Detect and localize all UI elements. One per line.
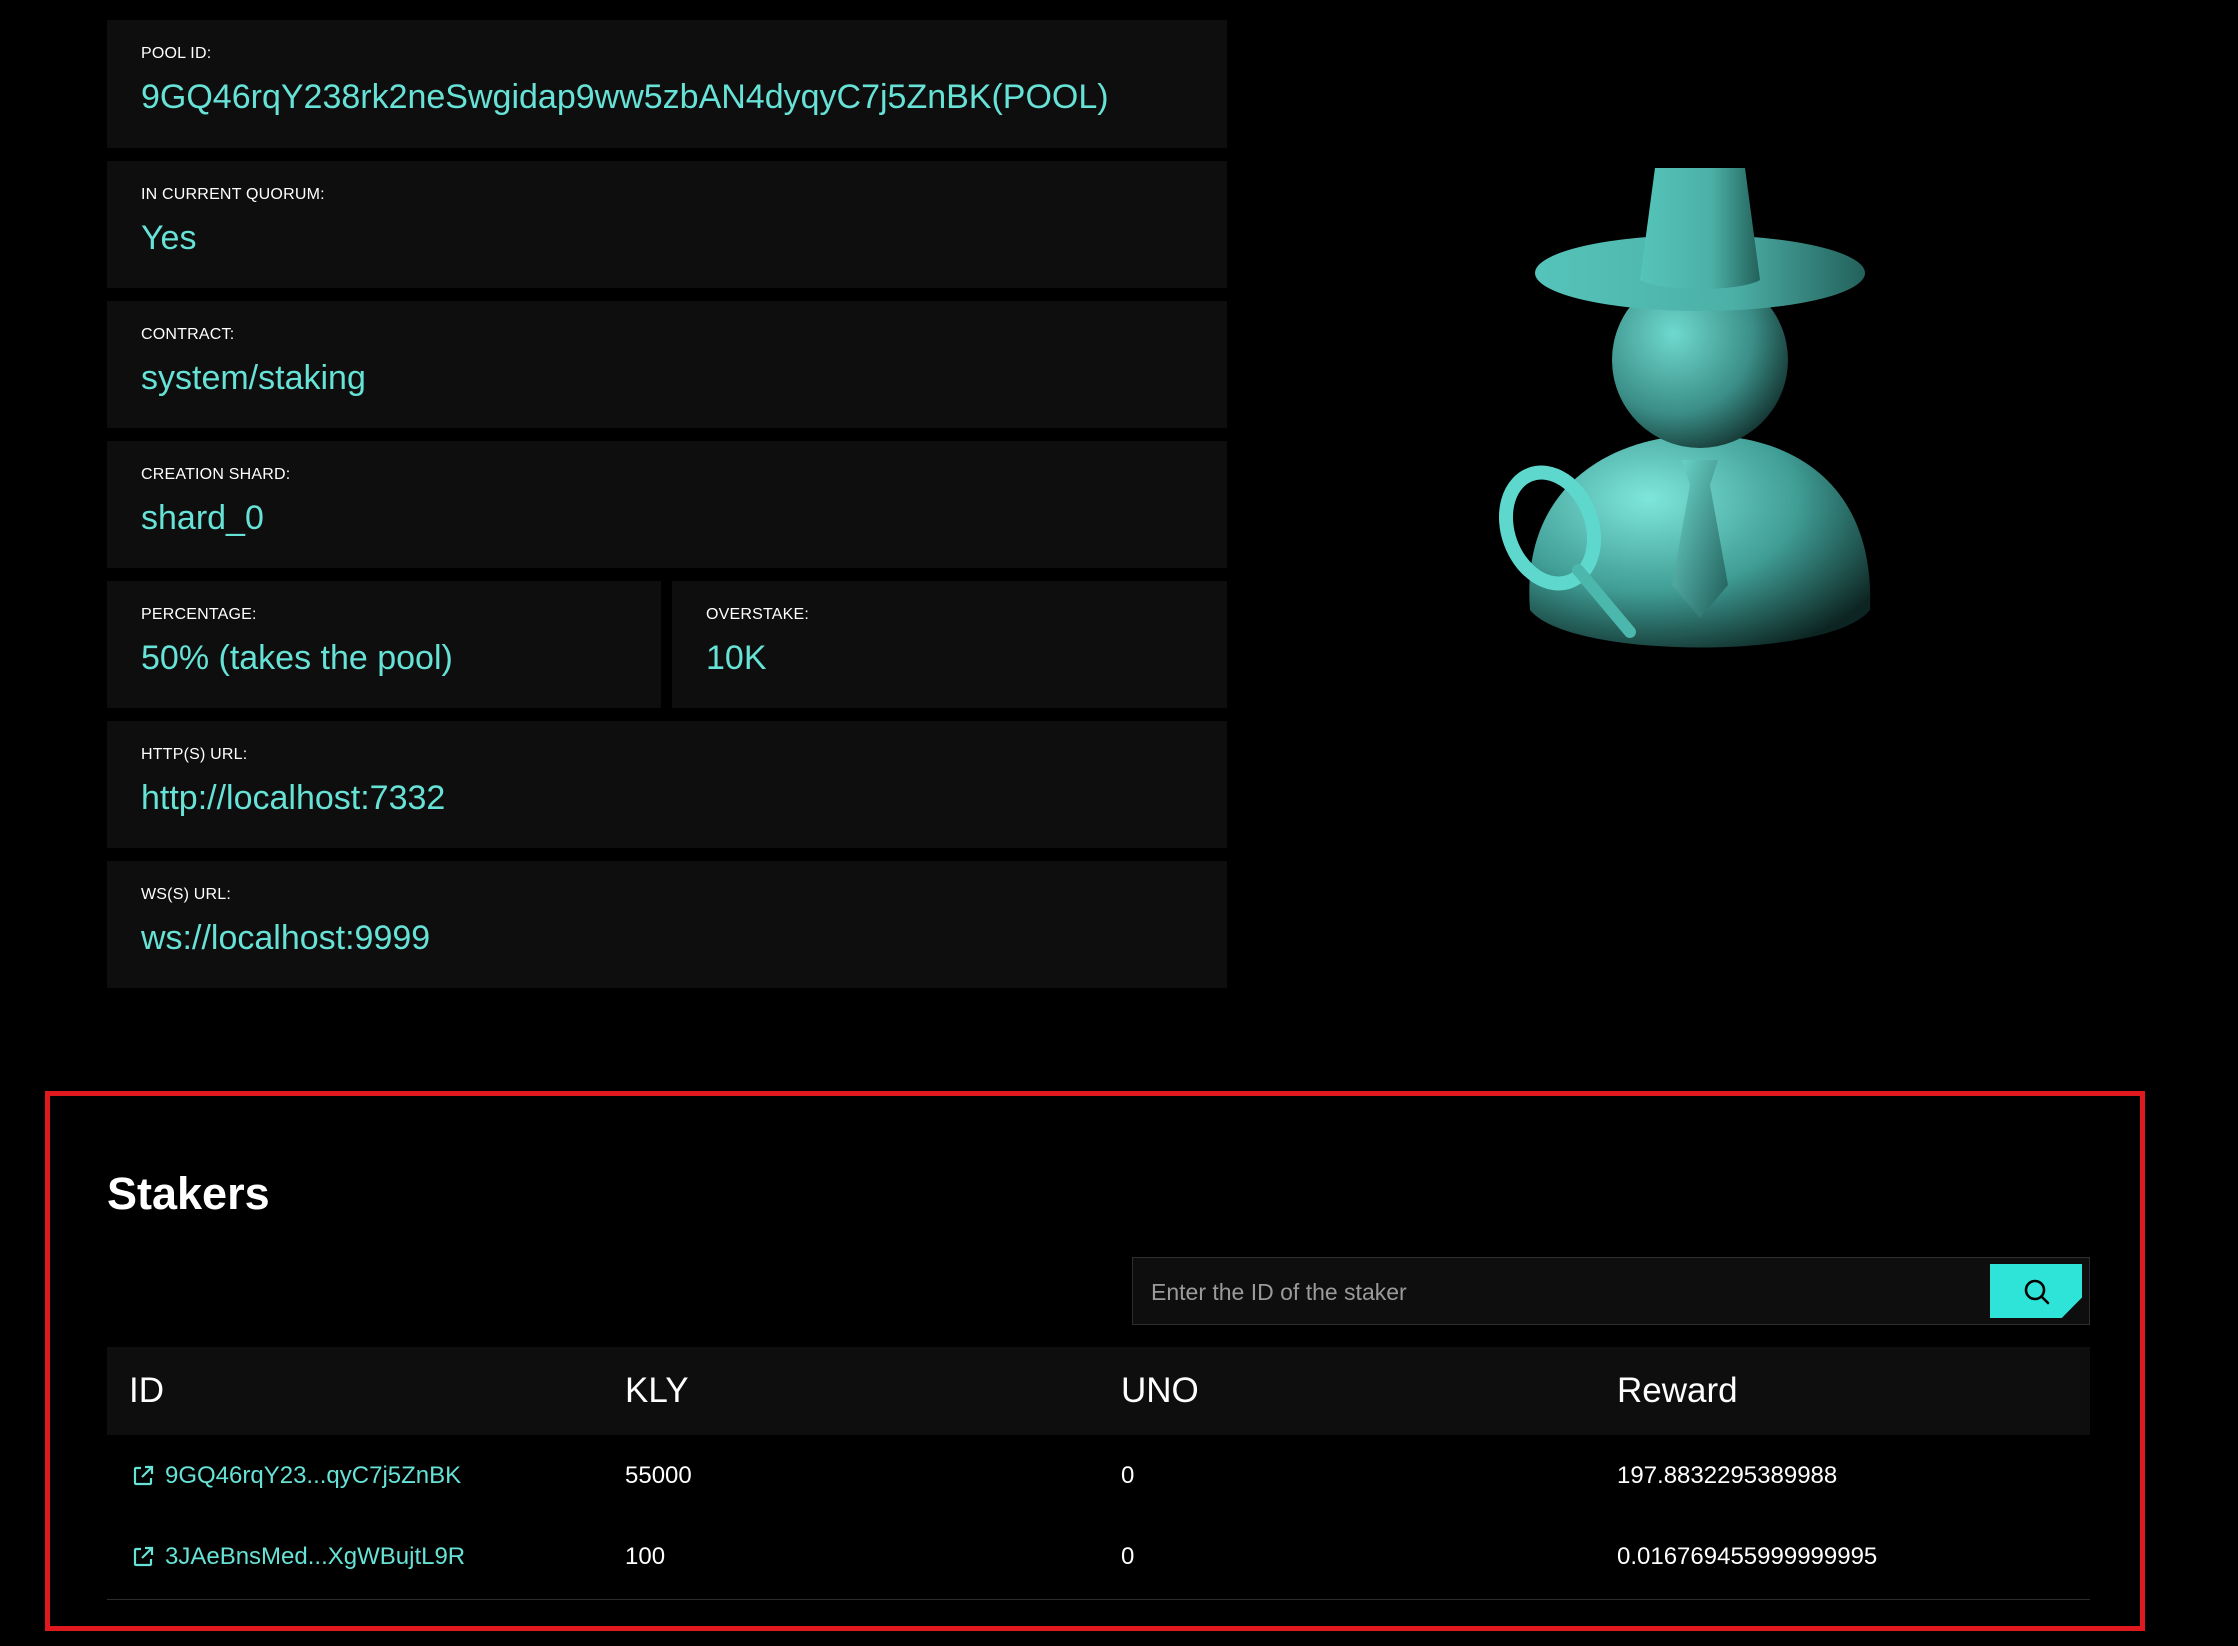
quorum-value: Yes <box>141 219 197 257</box>
overstake-card: OVERSTAKE: 10K <box>672 581 1227 708</box>
creation-shard-card: CREATION SHARD: shard_0 <box>107 441 1227 568</box>
staker-reward: 0.016769455999999995 <box>1617 1543 1878 1570</box>
quorum-card: IN CURRENT QUORUM: Yes <box>107 161 1227 288</box>
ws-url-value: ws://localhost:9999 <box>141 919 431 957</box>
table-row: 9GQ46rqY23...qyC7j5ZnBK 55000 0 197.8832… <box>107 1437 2090 1517</box>
http-url-card: HTTP(S) URL: http://localhost:7332 <box>107 721 1227 848</box>
column-header-reward: Reward <box>1617 1371 1738 1410</box>
overstake-value: 10K <box>706 639 767 677</box>
percentage-value: 50% (takes the pool) <box>141 639 453 677</box>
quorum-label: IN CURRENT QUORUM: <box>141 186 325 203</box>
table-row: 3JAeBnsMed...XgWBujtL9R 100 0 0.01676945… <box>107 1518 2090 1598</box>
staker-reward: 197.8832295389988 <box>1617 1462 1838 1489</box>
staker-id-text: 9GQ46rqY23...qyC7j5ZnBK <box>165 1462 462 1489</box>
staker-id-link[interactable]: 9GQ46rqY23...qyC7j5ZnBK <box>131 1462 461 1490</box>
staker-search-input[interactable] <box>1149 1258 1893 1326</box>
pool-id-value: 9GQ46rqY238rk2neSwgidap9ww5zbAN4dyqyC7j5… <box>141 78 1109 116</box>
staker-kly: 55000 <box>625 1462 692 1489</box>
column-header-kly: KLY <box>625 1371 689 1410</box>
percentage-card: PERCENTAGE: 50% (takes the pool) <box>107 581 661 708</box>
http-url-value: http://localhost:7332 <box>141 779 446 817</box>
external-link-icon <box>133 1465 154 1486</box>
creation-shard-value: shard_0 <box>141 499 264 537</box>
page: POOL ID: 9GQ46rqY238rk2neSwgidap9ww5zbAN… <box>0 0 2238 1646</box>
staker-kly: 100 <box>625 1543 666 1570</box>
contract-value: system/staking <box>141 359 366 397</box>
detective-illustration <box>1450 140 1990 700</box>
ws-url-card: WS(S) URL: ws://localhost:9999 <box>107 861 1227 988</box>
ws-url-label: WS(S) URL: <box>141 886 231 903</box>
pool-id-label: POOL ID: <box>141 45 212 62</box>
external-link-icon <box>133 1546 154 1567</box>
http-url-label: HTTP(S) URL: <box>141 746 248 763</box>
column-header-uno: UNO <box>1121 1371 1199 1410</box>
overstake-label: OVERSTAKE: <box>706 606 810 623</box>
contract-label: CONTRACT: <box>141 326 235 343</box>
pool-id-card: POOL ID: 9GQ46rqY238rk2neSwgidap9ww5zbAN… <box>107 20 1227 148</box>
search-button[interactable] <box>1990 1264 2082 1318</box>
staker-id-text: 3JAeBnsMed...XgWBujtL9R <box>165 1543 466 1570</box>
staker-search-box <box>1132 1257 2090 1326</box>
percentage-label: PERCENTAGE: <box>141 606 257 623</box>
table-divider <box>107 1599 2090 1600</box>
staker-uno: 0 <box>1121 1462 1135 1489</box>
creation-shard-label: CREATION SHARD: <box>141 466 291 483</box>
stakers-table-header: ID KLY UNO Reward <box>107 1347 2090 1435</box>
detective-icon <box>1498 168 1871 648</box>
contract-card: CONTRACT: system/staking <box>107 301 1227 428</box>
column-header-id: ID <box>129 1371 164 1410</box>
search-icon <box>2024 1279 2050 1305</box>
stakers-title: Stakers <box>107 1168 270 1219</box>
staker-uno: 0 <box>1121 1543 1135 1570</box>
staker-id-link[interactable]: 3JAeBnsMed...XgWBujtL9R <box>131 1543 465 1571</box>
